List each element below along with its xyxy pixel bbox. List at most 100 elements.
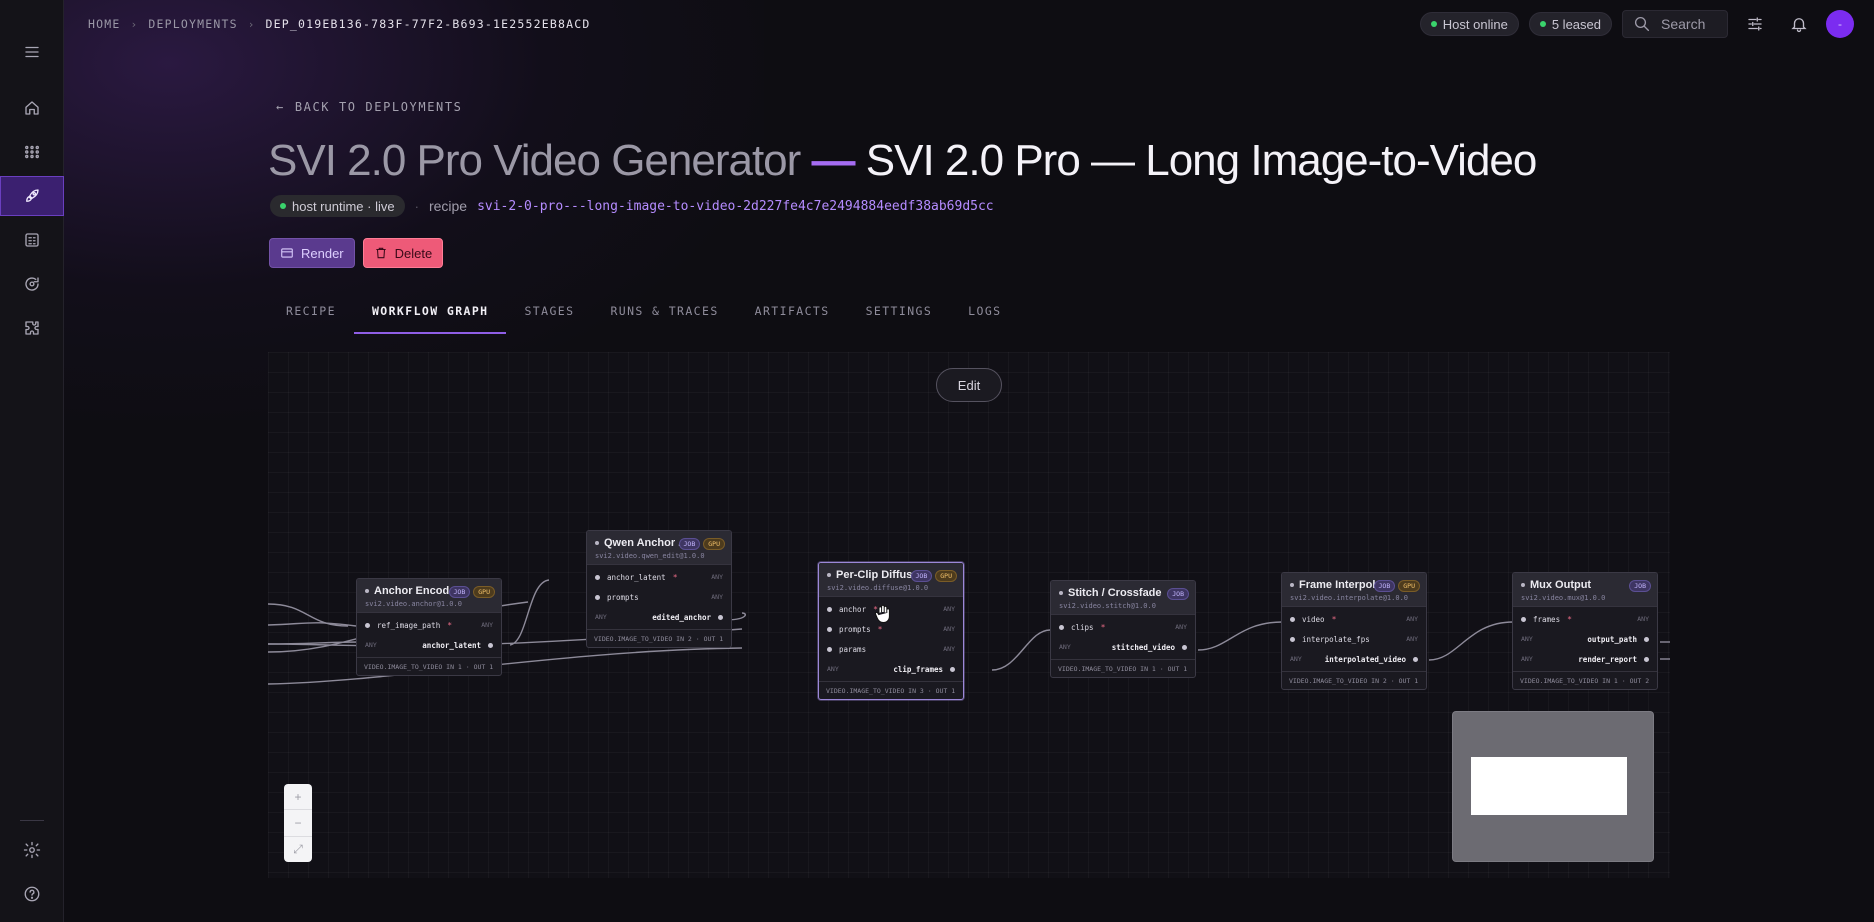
input-port[interactable]: ref_image_path * ANY: [357, 615, 501, 635]
sidebar-item-deployments[interactable]: [0, 176, 64, 216]
port-name: anchor_latent: [607, 572, 666, 582]
output-port[interactable]: ANY stitched_video: [1051, 637, 1195, 657]
output-port[interactable]: ANY anchor_latent: [357, 635, 501, 655]
fit-view-button[interactable]: ⤢: [284, 837, 312, 862]
sidebar-item-sync[interactable]: [0, 264, 64, 304]
input-port[interactable]: anchor_latent * ANY: [587, 567, 731, 587]
output-port[interactable]: ANY render_report: [1513, 649, 1657, 669]
tab-runs-traces[interactable]: RUNS & TRACES: [592, 300, 736, 334]
edit-graph-button[interactable]: Edit: [936, 368, 1002, 402]
port-handle-icon[interactable]: [950, 666, 955, 672]
search-input[interactable]: Search: [1622, 10, 1728, 38]
input-port[interactable]: interpolate_fps ANY: [1282, 629, 1426, 649]
port-handle-icon[interactable]: [827, 626, 832, 632]
minimap-viewport[interactable]: [1471, 757, 1627, 815]
gpu-badge: GPU: [935, 570, 957, 582]
output-port[interactable]: ANY clip_frames: [819, 659, 963, 679]
input-port[interactable]: frames * ANY: [1513, 609, 1657, 629]
port-handle-icon[interactable]: [1059, 624, 1064, 630]
output-port[interactable]: ANY edited_anchor: [587, 607, 731, 627]
avatar[interactable]: -: [1826, 10, 1854, 38]
port-handle-icon[interactable]: [595, 594, 600, 600]
node-badges: JOB GPU: [678, 538, 725, 550]
output-port[interactable]: ANY output_path: [1513, 629, 1657, 649]
runtime-status-label: host runtime · live: [292, 198, 395, 214]
port-handle-icon[interactable]: [365, 622, 370, 628]
node-header[interactable]: Anchor Encode JOB GPU svi2.video.anchor@1.0…: [357, 579, 501, 613]
node-title-text: Stitch / Crossfade: [1068, 587, 1162, 599]
zoom-out-button[interactable]: −: [284, 810, 312, 837]
port-handle-icon[interactable]: [827, 646, 832, 652]
breadcrumb-deployments[interactable]: DEPLOYMENTS: [148, 17, 237, 31]
port-handle-icon[interactable]: [1182, 644, 1187, 650]
tab-recipe[interactable]: RECIPE: [268, 300, 354, 334]
notifications-button[interactable]: [1782, 10, 1816, 38]
filters-button[interactable]: [1738, 10, 1772, 38]
job-badge: JOB: [1373, 580, 1396, 592]
graph-node[interactable]: Mux Output JOB svi2.video.mux@1.0.0 frames *…: [1512, 572, 1658, 690]
input-port[interactable]: clips * ANY: [1051, 617, 1195, 637]
recipe-link[interactable]: svi-2-0-pro---long-image-to-video-2d227f…: [477, 199, 994, 214]
port-name: clips: [1071, 622, 1094, 632]
node-header[interactable]: Frame Interpol... JOB GPU svi2.video.interp…: [1282, 573, 1426, 607]
back-label: BACK TO DEPLOYMENTS: [294, 100, 463, 114]
graph-node[interactable]: Qwen Anchor ... JOB GPU svi2.video.qwen_edi…: [586, 530, 732, 648]
minimap[interactable]: [1452, 711, 1654, 862]
node-header[interactable]: Per-Clip Diffus... JOB GPU svi2.video.diffu…: [819, 563, 963, 597]
port-handle-icon[interactable]: [1290, 616, 1295, 622]
port-name: render_report: [1578, 654, 1637, 664]
node-id: svi2.video.anchor@1.0.0: [365, 600, 462, 608]
input-port[interactable]: params ANY: [819, 639, 963, 659]
port-handle-icon[interactable]: [595, 574, 600, 580]
port-type: ANY: [943, 625, 955, 633]
workflow-graph-canvas[interactable]: Edit Anchor Encode JOB GPU svi2.video.ancho…: [268, 352, 1670, 878]
input-port[interactable]: video * ANY: [1282, 609, 1426, 629]
port-handle-icon[interactable]: [1290, 636, 1295, 642]
sidebar-item-apps[interactable]: [0, 132, 64, 172]
back-to-deployments-link[interactable]: ← BACK TO DEPLOYMENTS: [276, 100, 463, 114]
node-badges: JOB GPU: [1373, 580, 1420, 592]
port-handle-icon[interactable]: [718, 614, 723, 620]
job-badge: JOB: [1167, 588, 1189, 600]
sidebar-divider: [20, 820, 44, 821]
tab-logs[interactable]: LOGS: [950, 300, 1019, 334]
port-handle-icon[interactable]: [1413, 656, 1418, 662]
port-handle-icon[interactable]: [827, 606, 832, 612]
sidebar: [0, 0, 64, 922]
sidebar-item-reports[interactable]: [0, 220, 64, 260]
graph-node[interactable]: Stitch / Crossfade JOB svi2.video.stitch@1…: [1050, 580, 1196, 678]
node-header[interactable]: Mux Output JOB svi2.video.mux@1.0.0: [1513, 573, 1657, 607]
node-status-dot-icon: [595, 541, 599, 545]
render-button[interactable]: Render: [269, 238, 355, 268]
sidebar-item-plugins[interactable]: [0, 308, 64, 348]
grab-cursor-icon: [874, 604, 890, 624]
graph-node[interactable]: Per-Clip Diffus... JOB GPU svi2.video.diffu…: [818, 562, 964, 700]
menu-icon[interactable]: [0, 32, 64, 72]
breadcrumb-home[interactable]: HOME: [88, 17, 121, 31]
port-handle-icon[interactable]: [1521, 616, 1526, 622]
sidebar-item-help[interactable]: [0, 874, 64, 914]
input-port[interactable]: prompts ANY: [587, 587, 731, 607]
port-handle-icon[interactable]: [488, 642, 493, 648]
graph-node[interactable]: Frame Interpol... JOB GPU svi2.video.interp…: [1281, 572, 1427, 690]
node-footer: VIDEO.IMAGE_TO_VIDEO IN 2 · OUT 1: [587, 629, 731, 647]
tab-artifacts[interactable]: ARTIFACTS: [737, 300, 848, 334]
job-badge: JOB: [448, 586, 471, 598]
port-handle-icon[interactable]: [1644, 636, 1649, 642]
graph-node[interactable]: Anchor Encode JOB GPU svi2.video.anchor@1.0…: [356, 578, 502, 676]
report-icon: [25, 233, 39, 247]
tab-settings[interactable]: SETTINGS: [848, 300, 951, 334]
tab-workflow-graph[interactable]: WORKFLOW GRAPH: [353, 300, 507, 334]
node-header[interactable]: Stitch / Crossfade JOB svi2.video.stitch@1…: [1051, 581, 1195, 615]
tab-stages[interactable]: STAGES: [506, 300, 592, 334]
port-name: edited_anchor: [652, 612, 711, 622]
node-header[interactable]: Qwen Anchor ... JOB GPU svi2.video.qwen_edi…: [587, 531, 731, 565]
chevron-right-icon: ›: [247, 17, 256, 31]
delete-button[interactable]: Delete: [362, 238, 444, 268]
port-handle-icon[interactable]: [1644, 656, 1649, 662]
sidebar-item-home[interactable]: [0, 88, 64, 128]
required-marker: *: [1567, 614, 1572, 624]
output-port[interactable]: ANY interpolated_video: [1282, 649, 1426, 669]
sidebar-item-settings[interactable]: [0, 830, 64, 870]
zoom-in-button[interactable]: +: [284, 784, 312, 811]
